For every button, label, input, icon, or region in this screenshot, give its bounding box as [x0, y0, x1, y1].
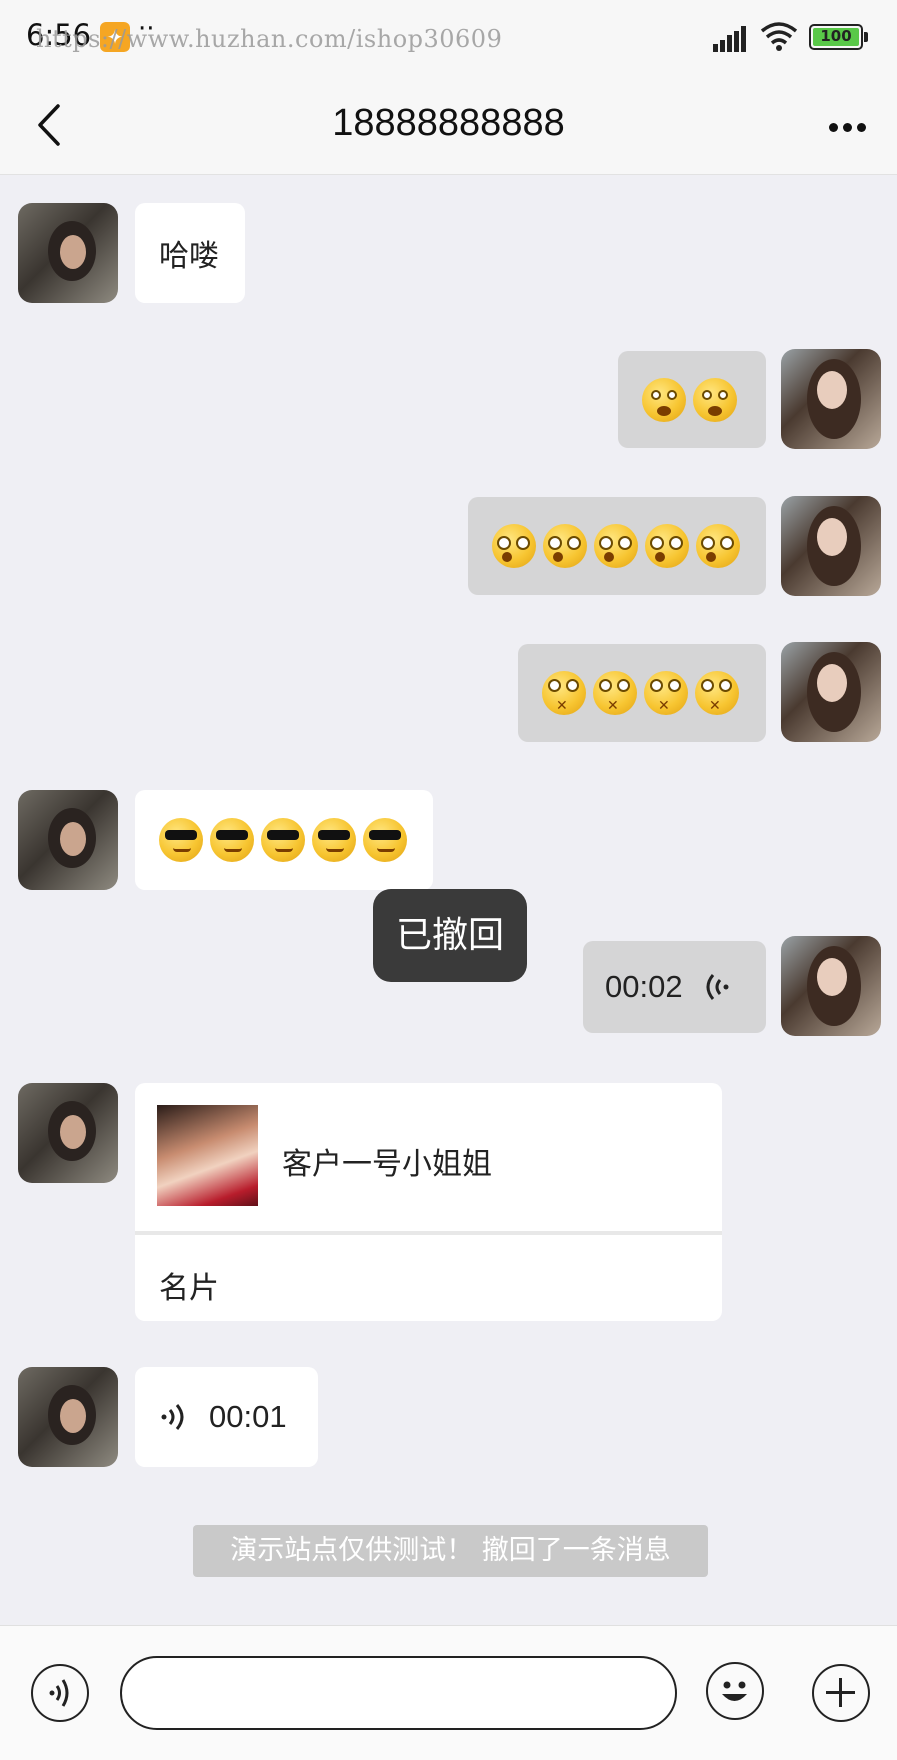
dizzy-emoji-icon	[696, 524, 740, 568]
cool-emoji-icon	[261, 818, 305, 862]
emoji-picker-icon[interactable]	[706, 1662, 764, 1720]
my-avatar[interactable]	[781, 936, 881, 1036]
emoji-message-bubble[interactable]	[135, 790, 433, 890]
contact-avatar[interactable]	[18, 790, 118, 890]
status-bar: 6:56 ✦ ·· https://www.huzhan.com/ishop30…	[0, 0, 897, 78]
voice-wave-icon	[706, 974, 729, 1000]
dizzy-emoji-icon	[594, 524, 638, 568]
voice-message-bubble[interactable]: 00:01	[135, 1367, 318, 1467]
dizzy-emoji-icon	[492, 524, 536, 568]
surprised-emoji-icon	[642, 377, 686, 422]
dizzy-emoji-icon	[645, 524, 689, 568]
nav-bar: 18888888888	[0, 78, 897, 175]
voice-duration: 00:02	[605, 969, 683, 1004]
input-bar	[0, 1625, 897, 1760]
card-contact-photo	[157, 1105, 258, 1206]
cool-emoji-icon	[210, 818, 254, 862]
emoji-message-bubble[interactable]	[618, 351, 766, 448]
more-options-icon[interactable]	[823, 108, 873, 144]
message-input[interactable]	[120, 1656, 677, 1730]
contact-avatar[interactable]	[18, 203, 118, 303]
watermark-text: https://www.huzhan.com/ishop30609	[36, 25, 503, 53]
card-contact-name: 客户一号小姐姐	[282, 1147, 492, 1182]
battery-level: 100	[813, 28, 859, 46]
card-type-label: 名片	[159, 1271, 219, 1306]
emoji-message-bubble[interactable]: ✕ ✕ ✕ ✕	[518, 644, 766, 742]
chat-title: 18888888888	[332, 102, 565, 144]
add-attachment-icon[interactable]	[812, 1664, 870, 1722]
dizzy-emoji-icon	[543, 524, 587, 568]
voice-message-bubble[interactable]: 00:02	[583, 941, 766, 1033]
cell-signal-icon	[713, 26, 747, 52]
message-bubble[interactable]: 哈喽	[135, 203, 245, 303]
card-divider	[135, 1231, 722, 1235]
battery-icon: 100	[809, 24, 863, 50]
shut-mouth-emoji-icon: ✕	[695, 671, 739, 715]
contact-avatar[interactable]	[18, 1083, 118, 1183]
my-avatar[interactable]	[781, 349, 881, 449]
voice-wave-icon	[161, 1404, 184, 1430]
cool-emoji-icon	[159, 818, 203, 862]
system-notice: 演示站点仅供测试！ 撤回了一条消息	[193, 1525, 708, 1577]
cool-emoji-icon	[363, 818, 407, 862]
battery-tip	[864, 32, 868, 42]
surprised-emoji-icon	[693, 377, 737, 422]
message-text: 哈喽	[159, 239, 219, 274]
voice-duration: 00:01	[209, 1399, 287, 1434]
contact-card-message[interactable]: 客户一号小姐姐 名片	[135, 1083, 722, 1321]
cool-emoji-icon	[312, 818, 356, 862]
voice-input-icon[interactable]	[31, 1664, 89, 1722]
my-avatar[interactable]	[781, 642, 881, 742]
shut-mouth-emoji-icon: ✕	[593, 671, 637, 715]
wifi-icon	[760, 22, 798, 51]
shut-mouth-emoji-icon: ✕	[542, 671, 586, 715]
my-avatar[interactable]	[781, 496, 881, 596]
shut-mouth-emoji-icon: ✕	[644, 671, 688, 715]
recalled-toast: 已撤回	[373, 889, 527, 982]
contact-avatar[interactable]	[18, 1367, 118, 1467]
emoji-message-bubble[interactable]	[468, 497, 766, 595]
